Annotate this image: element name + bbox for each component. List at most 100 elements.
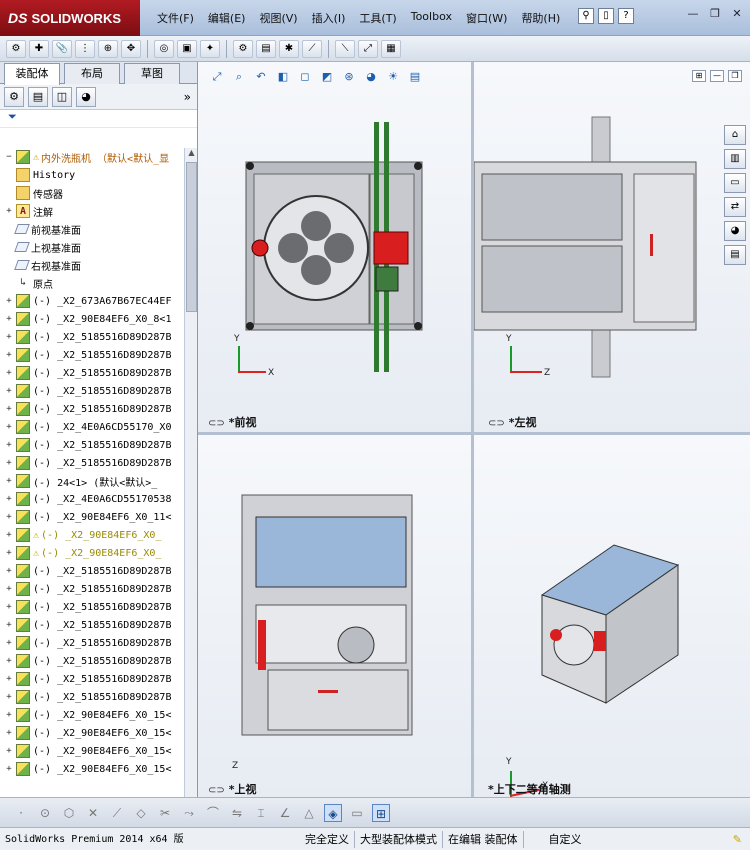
help-icon[interactable]: ? (618, 8, 634, 24)
scroll-up-icon[interactable]: ▲ (185, 148, 198, 160)
tree-component-row[interactable]: + (-) _X2_5185516D89D287B (0, 346, 184, 364)
menu-toolbox[interactable]: Toolbox (404, 10, 459, 26)
expand-icon[interactable]: + (4, 494, 14, 504)
assembly-features-icon[interactable]: ▣ (177, 39, 197, 58)
explode-line-sketch-icon[interactable]: ⟋ (302, 39, 322, 58)
move-component-icon[interactable]: ✥ (121, 39, 141, 58)
mate-icon[interactable]: 📎 (52, 39, 72, 58)
instant3d-icon[interactable]: ⤢ (358, 39, 378, 58)
viewport-isometric[interactable]: Y X *上下二等角轴测 (474, 435, 750, 797)
extend-icon[interactable]: ⤳ (180, 804, 198, 822)
viewport-splitter-horizontal[interactable] (198, 432, 750, 435)
expand-icon[interactable]: + (4, 764, 14, 774)
property-manager-icon[interactable]: ▤ (28, 86, 48, 107)
expand-icon[interactable]: + (4, 602, 14, 612)
menu-view[interactable]: 视图(V) (252, 10, 304, 26)
trim-icon[interactable]: ✂ (156, 804, 174, 822)
show-hidden-icon[interactable]: ◎ (154, 39, 174, 58)
left-view-model[interactable] (474, 62, 750, 432)
tree-component-row[interactable]: + (-) 24<1> (默认<默认>_ (0, 472, 184, 490)
tree-component-row[interactable]: + (-) _X2_90E84EF6_X0_15< (0, 706, 184, 724)
tree-component-row[interactable]: + (-) _X2_90E84EF6_X0_15< (0, 724, 184, 742)
menu-tools[interactable]: 工具(T) (352, 10, 403, 26)
fillet-icon[interactable]: ⌒ (204, 804, 222, 822)
shaded-view-icon[interactable]: ◈ (324, 803, 342, 822)
tree-component-row[interactable]: + (-) _X2_4E0A6CD55170538 (0, 490, 184, 508)
collapse-icon[interactable]: − (4, 152, 14, 162)
minimize-button[interactable]: — (684, 6, 702, 22)
menu-window[interactable]: 窗口(W) (459, 10, 514, 26)
link-views-icon[interactable]: ⊂⊃ (208, 418, 225, 429)
tree-component-row[interactable]: + (-) _X2_5185516D89D287B (0, 328, 184, 346)
single-view-icon[interactable]: ▭ (348, 804, 366, 822)
insert-component-icon[interactable]: ✚ (29, 39, 49, 58)
expand-icon[interactable]: + (4, 206, 14, 216)
point-icon[interactable]: · (12, 804, 30, 822)
dimension-icon[interactable]: ◇ (132, 804, 150, 822)
tree-component-row[interactable]: + ⚠ (-) _X2_90E84EF6_X0_ (0, 526, 184, 544)
top-view-model[interactable] (198, 435, 471, 797)
polygon-icon[interactable]: ⬡ (60, 804, 78, 822)
expand-icon[interactable]: + (4, 638, 14, 648)
viewport-splitter-vertical[interactable] (471, 62, 474, 797)
tree-item-annotations[interactable]: + A 注解 (0, 202, 184, 220)
expand-icon[interactable]: + (4, 296, 14, 306)
front-view-model[interactable] (198, 62, 471, 432)
close-button[interactable]: ✕ (728, 6, 746, 22)
edit-component-icon[interactable]: ⚙ (6, 39, 26, 58)
expand-icon[interactable]: + (4, 674, 14, 684)
triangle-icon[interactable]: △ (300, 804, 318, 822)
expand-icon[interactable]: + (4, 350, 14, 360)
expand-icon[interactable]: + (4, 458, 14, 468)
tree-item-front-plane[interactable]: 前视基准面 (0, 220, 184, 238)
expand-icon[interactable]: + (4, 368, 14, 378)
link-views-icon[interactable]: ⊂⊃ (208, 785, 225, 796)
tree-root[interactable]: − ⚠ 内外洗瓶机 （默认<默认_显 (0, 148, 184, 166)
tree-component-row[interactable]: + (-) _X2_5185516D89D287B (0, 616, 184, 634)
mirror-icon[interactable]: ⇋ (228, 804, 246, 822)
expand-icon[interactable]: + (4, 548, 14, 558)
rebuild-warning-icon[interactable]: ✎ (733, 833, 742, 846)
large-assembly-mode-icon[interactable]: ▦ (381, 39, 401, 58)
tree-item-right-plane[interactable]: 右视基准面 (0, 256, 184, 274)
smart-fasteners-icon[interactable]: ⊕ (98, 39, 118, 58)
viewport-left[interactable]: ⊞ — ❐ Y Z ⊂⊃ *左视 (474, 62, 750, 432)
funnel-icon[interactable]: ⏷ (8, 110, 17, 123)
tree-component-row[interactable]: + (-) _X2_90E84EF6_X0_11< (0, 508, 184, 526)
linear-pattern-icon[interactable]: ⋮ (75, 39, 95, 58)
tree-component-row[interactable]: + (-) _X2_5185516D89D287B (0, 688, 184, 706)
viewport-top[interactable]: Z X ⊂⊃*上视 (198, 435, 471, 797)
expand-icon[interactable]: + (4, 746, 14, 756)
display-manager-icon[interactable]: ◕ (76, 86, 96, 107)
expand-icon[interactable]: + (4, 314, 14, 324)
tree-item-top-plane[interactable]: 上视基准面 (0, 238, 184, 256)
tree-component-row[interactable]: + (-) _X2_5185516D89D287B (0, 652, 184, 670)
expand-icon[interactable]: + (4, 422, 14, 432)
new-document-icon[interactable]: ▯ (598, 8, 614, 24)
design-library-icon[interactable]: ▥ (724, 149, 746, 169)
circle-icon[interactable]: ⊙ (36, 804, 54, 822)
expand-icon[interactable]: + (4, 710, 14, 720)
menu-edit[interactable]: 编辑(E) (201, 10, 253, 26)
expand-icon[interactable]: + (4, 620, 14, 630)
tree-component-row[interactable]: + (-) _X2_90E84EF6_X0_8<1 (0, 310, 184, 328)
expand-icon[interactable]: + (4, 404, 14, 414)
new-motion-study-icon[interactable]: ⚙ (233, 39, 253, 58)
tree-component-row[interactable]: + (-) _X2_5185516D89D287B (0, 454, 184, 472)
tab-assembly[interactable]: 装配体 (4, 63, 60, 85)
expand-icon[interactable]: + (4, 530, 14, 540)
tree-item-sensors[interactable]: 传感器 (0, 184, 184, 202)
cross-icon[interactable]: ✕ (84, 804, 102, 822)
tree-component-row[interactable]: + (-) _X2_90E84EF6_X0_15< (0, 742, 184, 760)
expand-icon[interactable]: + (4, 692, 14, 702)
tree-component-row[interactable]: + (-) _X2_5185516D89D287B (0, 364, 184, 382)
solidworks-logo[interactable]: DS SOLIDWORKS (0, 0, 140, 36)
expand-icon[interactable]: + (4, 386, 14, 396)
tab-sketch[interactable]: 草图 (124, 63, 180, 84)
view-palette-icon[interactable]: ⇄ (724, 197, 746, 217)
diagonal-icon[interactable]: ⟋ (108, 804, 126, 822)
expand-icon[interactable]: + (4, 566, 14, 576)
tree-component-row[interactable]: + (-) _X2_90E84EF6_X0_15< (0, 760, 184, 778)
exploded-view-icon[interactable]: ✱ (279, 39, 299, 58)
filter-row[interactable]: ⏷ (0, 110, 197, 128)
